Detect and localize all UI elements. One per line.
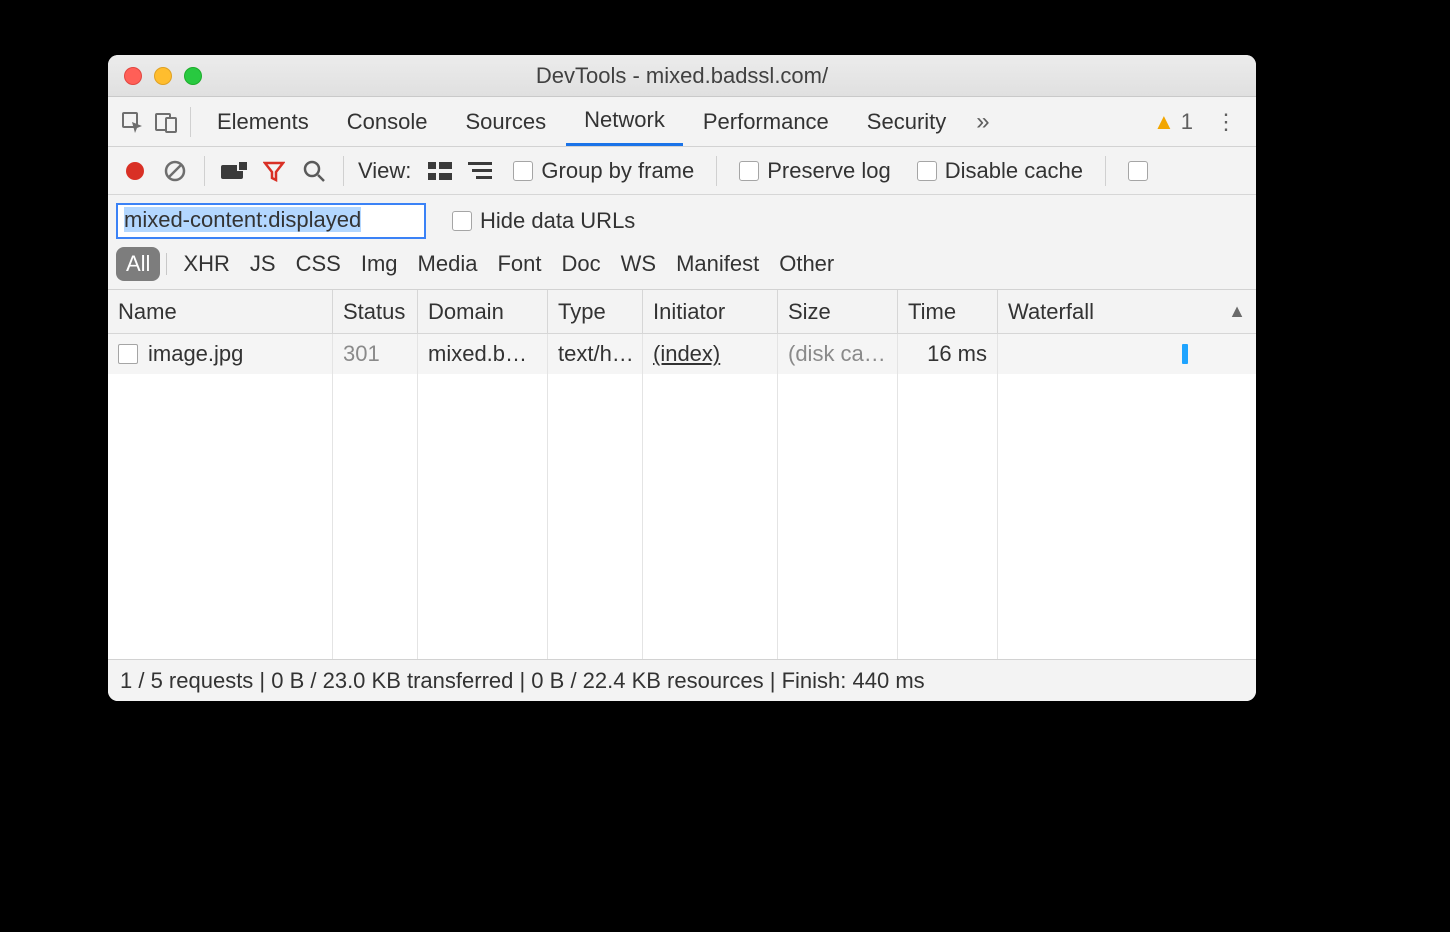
clear-button[interactable] bbox=[158, 154, 192, 188]
col-header-name[interactable]: Name bbox=[108, 290, 333, 333]
chip-media[interactable]: Media bbox=[408, 247, 488, 281]
col-header-initiator[interactable]: Initiator bbox=[643, 290, 778, 333]
network-toolbar: View: Group by frame Preserve log Disabl… bbox=[108, 147, 1256, 195]
window-title: DevTools - mixed.badssl.com/ bbox=[108, 63, 1256, 89]
preserve-log-label: Preserve log bbox=[767, 158, 891, 184]
cell-size: (disk ca… bbox=[778, 334, 898, 374]
tab-performance[interactable]: Performance bbox=[685, 97, 847, 146]
status-bar: 1 / 5 requests | 0 B / 23.0 KB transferr… bbox=[108, 659, 1256, 701]
divider bbox=[1105, 156, 1106, 186]
initiator-link[interactable]: (index) bbox=[653, 341, 720, 367]
status-text: 1 / 5 requests | 0 B / 23.0 KB transferr… bbox=[120, 668, 925, 694]
tab-sources[interactable]: Sources bbox=[447, 97, 564, 146]
chip-img[interactable]: Img bbox=[351, 247, 408, 281]
col-header-waterfall[interactable]: Waterfall ▲ bbox=[998, 290, 1256, 333]
checkbox-icon bbox=[739, 161, 759, 181]
preserve-log-checkbox[interactable]: Preserve log bbox=[729, 158, 901, 184]
filter-input[interactable]: mixed-content:displayed bbox=[116, 203, 426, 239]
chip-font[interactable]: Font bbox=[487, 247, 551, 281]
col-header-status[interactable]: Status bbox=[333, 290, 418, 333]
col-header-type[interactable]: Type bbox=[548, 290, 643, 333]
group-by-frame-label: Group by frame bbox=[541, 158, 694, 184]
chip-css[interactable]: CSS bbox=[286, 247, 351, 281]
cell-initiator: (index) bbox=[643, 334, 778, 374]
tab-elements[interactable]: Elements bbox=[199, 97, 327, 146]
file-icon bbox=[118, 344, 138, 364]
col-header-time[interactable]: Time bbox=[898, 290, 998, 333]
disable-cache-checkbox[interactable]: Disable cache bbox=[907, 158, 1093, 184]
tab-network[interactable]: Network bbox=[566, 97, 683, 146]
table-body: image.jpg 301 mixed.b… text/h… (index) (… bbox=[108, 334, 1256, 659]
titlebar: DevTools - mixed.badssl.com/ bbox=[108, 55, 1256, 97]
cell-waterfall bbox=[998, 334, 1256, 374]
devtools-window: DevTools - mixed.badssl.com/ Elements Co… bbox=[108, 55, 1256, 701]
chip-js[interactable]: JS bbox=[240, 247, 286, 281]
warnings-badge[interactable]: ▲ 1 bbox=[1145, 109, 1201, 135]
more-tabs-button[interactable]: » bbox=[966, 108, 999, 136]
tab-security[interactable]: Security bbox=[849, 97, 964, 146]
divider bbox=[166, 253, 167, 275]
group-by-frame-checkbox[interactable]: Group by frame bbox=[503, 158, 704, 184]
tab-console[interactable]: Console bbox=[329, 97, 446, 146]
chip-xhr[interactable]: XHR bbox=[173, 247, 239, 281]
table-row[interactable]: image.jpg 301 mixed.b… text/h… (index) (… bbox=[108, 334, 1256, 374]
checkbox-icon bbox=[1128, 161, 1148, 181]
waterfall-bar bbox=[1182, 344, 1188, 364]
table-header: Name Status Domain Type Initiator Size T… bbox=[108, 290, 1256, 334]
chip-ws[interactable]: WS bbox=[611, 247, 666, 281]
filter-toggle-button[interactable] bbox=[257, 154, 291, 188]
cell-time: 16 ms bbox=[898, 334, 998, 374]
panel-tabs: Elements Console Sources Network Perform… bbox=[108, 97, 1256, 147]
record-button[interactable] bbox=[118, 154, 152, 188]
hide-data-urls-checkbox[interactable]: Hide data URLs bbox=[442, 208, 645, 234]
cell-status: 301 bbox=[333, 334, 418, 374]
inspect-element-icon[interactable] bbox=[116, 106, 148, 138]
device-toolbar-icon[interactable] bbox=[150, 106, 182, 138]
filter-input-value: mixed-content:displayed bbox=[124, 207, 361, 232]
overview-button[interactable] bbox=[463, 154, 497, 188]
warning-icon: ▲ bbox=[1153, 109, 1175, 135]
offline-checkbox[interactable] bbox=[1118, 161, 1148, 181]
search-button[interactable] bbox=[297, 154, 331, 188]
divider bbox=[343, 156, 344, 186]
divider bbox=[190, 107, 191, 137]
settings-menu-button[interactable]: ⋮ bbox=[1203, 109, 1248, 135]
chip-all[interactable]: All bbox=[116, 247, 160, 281]
chip-other[interactable]: Other bbox=[769, 247, 844, 281]
col-header-size[interactable]: Size bbox=[778, 290, 898, 333]
col-header-domain[interactable]: Domain bbox=[418, 290, 548, 333]
disable-cache-label: Disable cache bbox=[945, 158, 1083, 184]
hide-data-urls-label: Hide data URLs bbox=[480, 208, 635, 234]
chip-doc[interactable]: Doc bbox=[551, 247, 610, 281]
large-rows-button[interactable] bbox=[423, 154, 457, 188]
checkbox-icon bbox=[452, 211, 472, 231]
screenshots-button[interactable] bbox=[217, 154, 251, 188]
resource-type-filter: All XHR JS CSS Img Media Font Doc WS Man… bbox=[116, 239, 1248, 289]
checkbox-icon bbox=[917, 161, 937, 181]
requests-table: Name Status Domain Type Initiator Size T… bbox=[108, 290, 1256, 659]
cell-domain: mixed.b… bbox=[418, 334, 548, 374]
filter-bar: mixed-content:displayed Hide data URLs A… bbox=[108, 195, 1256, 290]
cell-name-text: image.jpg bbox=[148, 341, 243, 367]
cell-name: image.jpg bbox=[108, 334, 333, 374]
divider bbox=[716, 156, 717, 186]
view-label: View: bbox=[356, 158, 417, 184]
divider bbox=[204, 156, 205, 186]
chip-manifest[interactable]: Manifest bbox=[666, 247, 769, 281]
checkbox-icon bbox=[513, 161, 533, 181]
warning-count: 1 bbox=[1181, 109, 1193, 135]
sort-asc-icon: ▲ bbox=[1228, 301, 1246, 322]
col-header-waterfall-label: Waterfall bbox=[1008, 299, 1094, 325]
cell-type: text/h… bbox=[548, 334, 643, 374]
